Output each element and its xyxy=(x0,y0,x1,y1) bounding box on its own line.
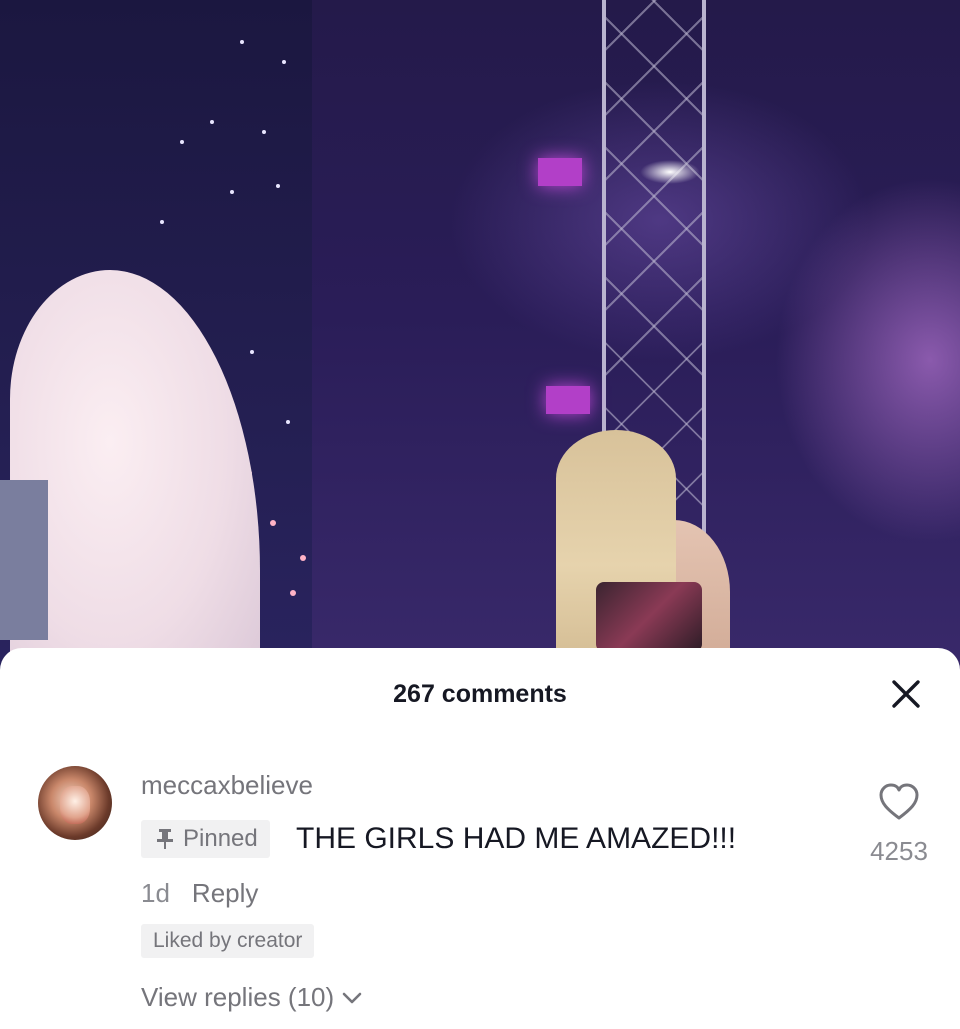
stage-light xyxy=(286,420,290,424)
view-replies-button[interactable]: View replies (10) xyxy=(141,982,364,1013)
light-beam xyxy=(640,160,700,184)
avatar[interactable] xyxy=(38,766,112,840)
avatar-photo xyxy=(60,786,90,824)
heart-icon xyxy=(879,783,919,820)
stage-light xyxy=(270,520,276,526)
video-player[interactable] xyxy=(0,0,960,700)
pin-icon xyxy=(157,829,173,849)
stage-light xyxy=(290,590,296,596)
view-replies-label: View replies (10) xyxy=(141,982,335,1012)
comment-text: THE GIRLS HAD ME AMAZED!!! xyxy=(296,822,737,855)
stage-light xyxy=(210,120,214,124)
performer-sleeve xyxy=(0,480,48,640)
close-icon xyxy=(892,680,920,708)
comments-sheet: 267 comments meccaxbelieve Pinned THE GI… xyxy=(0,648,960,1029)
app-screen: 267 comments meccaxbelieve Pinned THE GI… xyxy=(0,0,960,1029)
comment-age: 1d xyxy=(141,878,170,908)
performer-outfit xyxy=(596,582,702,652)
stage-light xyxy=(262,130,266,134)
pinned-label: Pinned xyxy=(183,825,258,852)
stage-light xyxy=(180,140,184,144)
comments-count-title: 267 comments xyxy=(393,680,567,708)
chevron-down-icon xyxy=(342,992,362,1003)
stage-light xyxy=(300,555,306,561)
comment-meta: 1d Reply xyxy=(141,878,258,909)
stage-light xyxy=(240,40,244,44)
like-area: 4253 xyxy=(862,782,936,867)
stage-lamp xyxy=(546,386,590,414)
comment-username[interactable]: meccaxbelieve xyxy=(141,770,313,801)
reply-button[interactable]: Reply xyxy=(192,878,258,909)
liked-by-creator-badge: Liked by creator xyxy=(141,924,315,958)
like-count: 4253 xyxy=(870,836,928,866)
comment-item: meccaxbelieve Pinned THE GIRLS HAD ME AM… xyxy=(0,766,960,1026)
pinned-badge: Pinned xyxy=(141,820,270,858)
stage-light xyxy=(282,60,286,64)
stage-light xyxy=(230,190,234,194)
stage-light xyxy=(250,350,254,354)
stage-lamp xyxy=(538,158,582,186)
stage-light xyxy=(160,220,164,224)
like-button[interactable] xyxy=(877,782,921,822)
stage-light xyxy=(276,184,280,188)
close-button[interactable] xyxy=(888,676,924,712)
